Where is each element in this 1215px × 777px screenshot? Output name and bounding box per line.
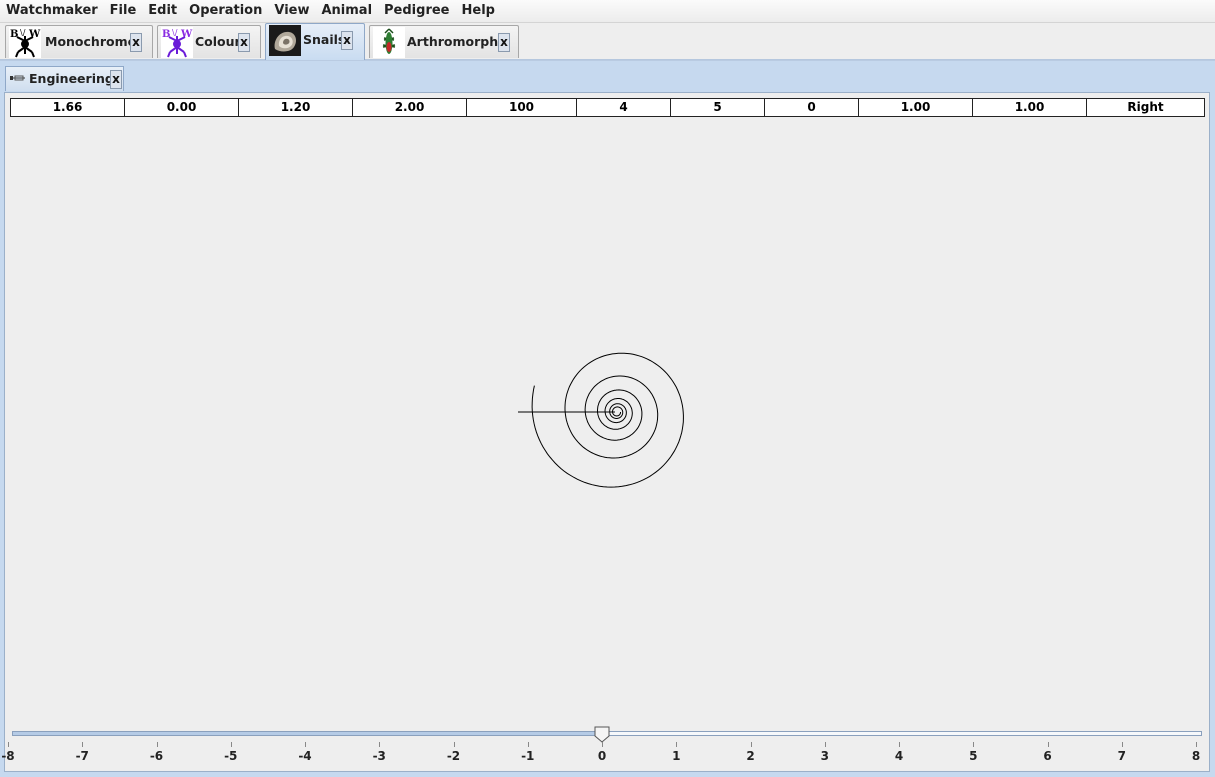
close-tab-button[interactable]: x bbox=[498, 33, 510, 52]
menu-bar: Watchmaker File Edit Operation View Anim… bbox=[0, 0, 1215, 23]
slider-tick-label: 0 bbox=[597, 749, 607, 763]
svg-text:B: B bbox=[162, 29, 170, 40]
menu-view[interactable]: View bbox=[268, 0, 315, 22]
slider-tick bbox=[379, 742, 381, 747]
slider-tick bbox=[1047, 742, 1049, 747]
tab-snails[interactable]: Snails x bbox=[265, 23, 365, 60]
slider-tick bbox=[1196, 742, 1197, 747]
tab-label: Colour bbox=[195, 34, 241, 49]
tab-colour[interactable]: B W \/ Colour x bbox=[157, 25, 261, 58]
snail-shell-icon bbox=[269, 25, 301, 56]
svg-text:\/: \/ bbox=[172, 28, 178, 37]
close-tab-button[interactable]: x bbox=[110, 70, 122, 89]
slider-tick bbox=[676, 742, 678, 747]
engineering-icon bbox=[10, 75, 25, 81]
arthromorph-icon bbox=[373, 27, 405, 58]
engineering-view: 1.66 0.00 1.20 2.00 100 4 5 0 1.00 1.00 … bbox=[1, 92, 1210, 772]
slider-tick bbox=[8, 742, 9, 747]
tab-engineering[interactable]: Engineering x bbox=[5, 66, 124, 91]
slider-tick bbox=[305, 742, 306, 747]
menu-operation[interactable]: Operation bbox=[183, 0, 268, 22]
slider-tick bbox=[602, 742, 603, 747]
slider-tick-label: 4 bbox=[894, 749, 904, 763]
colour-biomorph-icon: B W \/ bbox=[161, 27, 193, 58]
tab-label: Monochrome bbox=[45, 34, 137, 49]
snails-panel: Engineering x 1.66 0.00 1.20 2.00 100 4 … bbox=[0, 60, 1215, 777]
tab-monochrome[interactable]: B W \/ Monochrome x bbox=[5, 25, 153, 58]
tab-label: Snails bbox=[303, 32, 346, 47]
slider-fill bbox=[13, 732, 603, 735]
slider-tick bbox=[82, 742, 84, 747]
menu-pedigree[interactable]: Pedigree bbox=[378, 0, 455, 22]
slider-tick-label: -7 bbox=[75, 749, 89, 763]
slider-tick bbox=[899, 742, 900, 747]
slider-tick bbox=[453, 742, 455, 747]
slider-tick-label: 1 bbox=[672, 749, 681, 763]
slider-tick-label: 2 bbox=[746, 749, 755, 763]
subtab-label: Engineering bbox=[29, 71, 114, 86]
slider-tick-label: 8 bbox=[1191, 749, 1201, 763]
slider-tick-label: -2 bbox=[446, 749, 461, 763]
slider-tick-label: -5 bbox=[224, 749, 238, 763]
menu-edit[interactable]: Edit bbox=[142, 0, 183, 22]
monochrome-biomorph-icon: B W \/ bbox=[9, 27, 41, 58]
menu-watchmaker[interactable]: Watchmaker bbox=[0, 0, 104, 22]
slider-tick-label: 5 bbox=[969, 749, 978, 763]
close-tab-button[interactable]: x bbox=[238, 33, 250, 52]
slider-tick bbox=[527, 742, 529, 747]
close-tab-button[interactable]: x bbox=[130, 33, 142, 52]
slider-tick-label: -6 bbox=[149, 749, 164, 763]
menu-help[interactable]: Help bbox=[456, 0, 501, 22]
slider-tick bbox=[156, 742, 158, 747]
svg-text:\/: \/ bbox=[20, 28, 26, 37]
slider-tick bbox=[973, 742, 975, 747]
slider-tick-label: -4 bbox=[298, 749, 312, 763]
snail-canvas bbox=[518, 352, 684, 488]
slider-thumb[interactable] bbox=[594, 726, 610, 743]
slider-tick-label: 6 bbox=[1043, 749, 1052, 763]
slider-tick bbox=[750, 742, 752, 747]
slider-tick-label: -1 bbox=[521, 749, 535, 763]
slider-tick bbox=[824, 742, 826, 747]
snail-shell-spiral bbox=[531, 352, 684, 488]
close-tab-button[interactable]: x bbox=[341, 31, 353, 50]
slider-tick bbox=[230, 742, 232, 747]
animal-tab-bar: B W \/ Monochrome x B W \/ Colour x Snai… bbox=[0, 22, 1215, 60]
tab-label: Arthromorphs bbox=[407, 34, 506, 49]
menu-file[interactable]: File bbox=[104, 0, 143, 22]
tab-arthromorphs[interactable]: Arthromorphs x bbox=[369, 25, 519, 58]
svg-text:B: B bbox=[10, 29, 18, 40]
slider-tick-label: 7 bbox=[1117, 749, 1126, 763]
menu-animal[interactable]: Animal bbox=[315, 0, 378, 22]
slider-tick-label: 3 bbox=[820, 749, 829, 763]
slider-tick-label: -3 bbox=[372, 749, 386, 763]
slider-tick-label: -8 bbox=[1, 749, 15, 763]
slider-tick bbox=[1121, 742, 1123, 747]
